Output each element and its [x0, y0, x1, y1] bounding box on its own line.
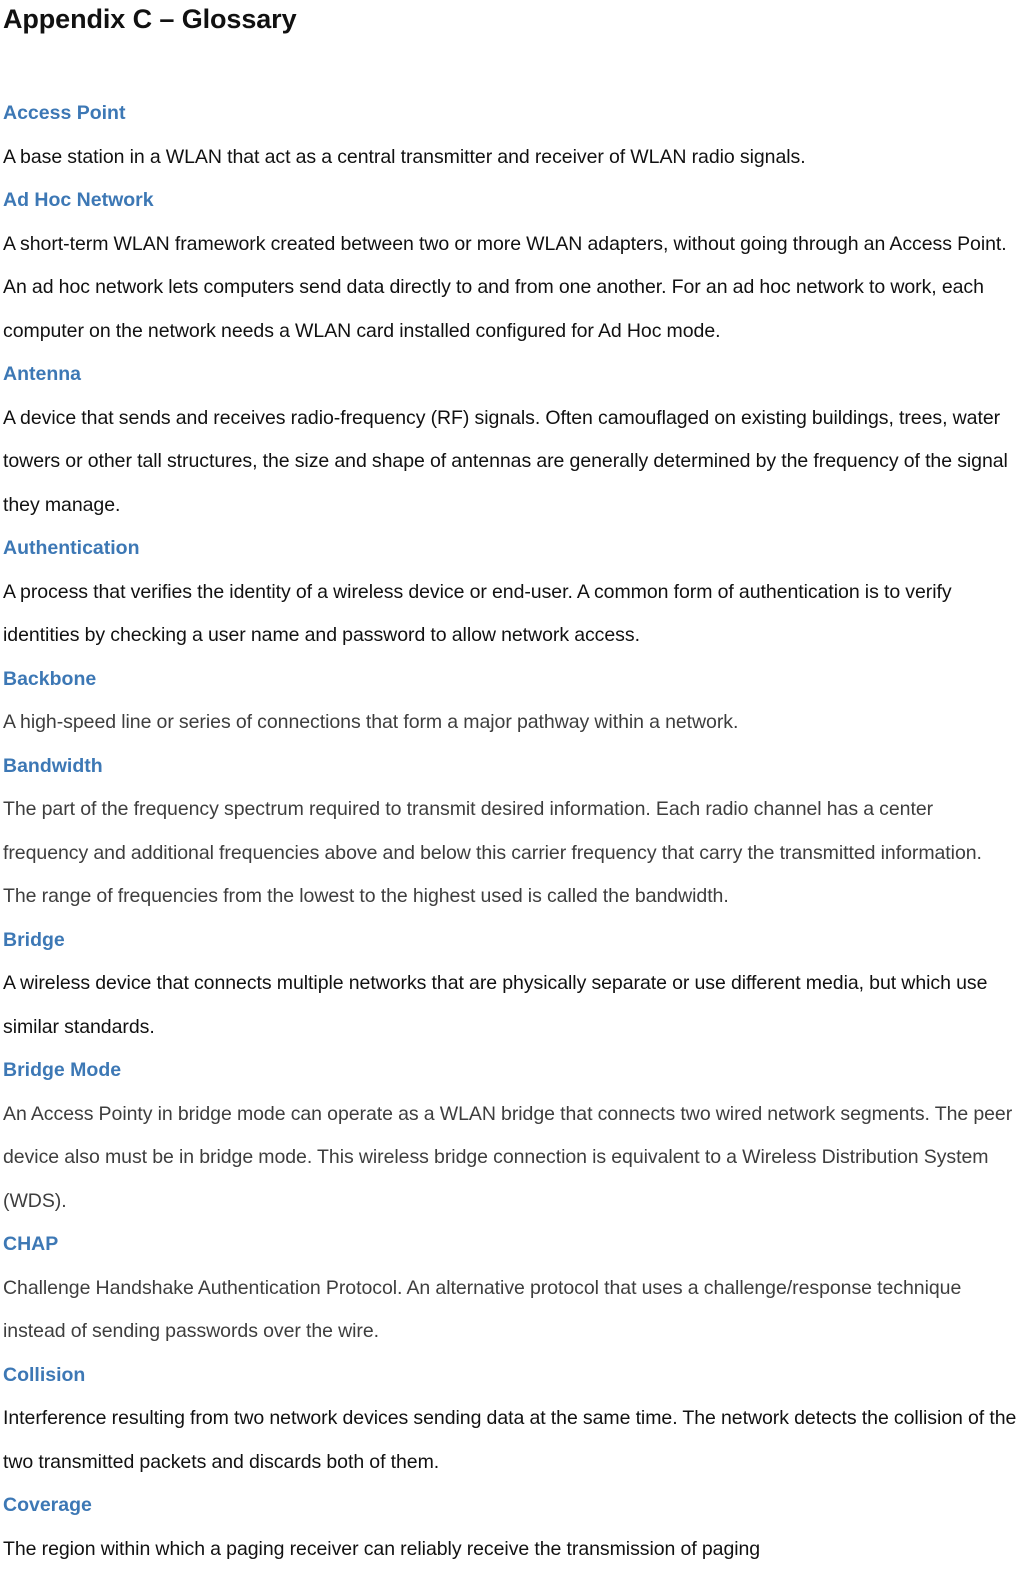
glossary-definition: An Access Pointy in bridge mode can oper… [3, 1093, 1020, 1224]
glossary-entry: BackboneA high-speed line or series of c… [3, 658, 1020, 745]
title-spacer [3, 36, 1020, 92]
glossary-entry: CollisionInterference resulting from two… [3, 1354, 1020, 1485]
glossary-entry: CHAPChallenge Handshake Authentication P… [3, 1223, 1020, 1354]
glossary-definition: Challenge Handshake Authentication Proto… [3, 1267, 1020, 1354]
glossary-definition: A device that sends and receives radio-f… [3, 397, 1020, 528]
glossary-term: Coverage [3, 1484, 1020, 1528]
glossary-entry: BridgeA wireless device that connects mu… [3, 919, 1020, 1050]
glossary-term: Backbone [3, 658, 1020, 702]
glossary-term: Access Point [3, 92, 1020, 136]
glossary-entry: CoverageThe region within which a paging… [3, 1484, 1020, 1571]
glossary-term: CHAP [3, 1223, 1020, 1267]
glossary-definition: The part of the frequency spectrum requi… [3, 788, 1020, 919]
glossary-term: Antenna [3, 353, 1020, 397]
glossary-term: Bridge Mode [3, 1049, 1020, 1093]
glossary-entry: Ad Hoc NetworkA short-term WLAN framewor… [3, 179, 1020, 353]
document-page: Appendix C – Glossary Access PointA base… [0, 0, 1026, 1471]
glossary-definition: A short-term WLAN framework created betw… [3, 223, 1020, 354]
glossary-entry: AntennaA device that sends and receives … [3, 353, 1020, 527]
glossary-entry: AuthenticationA process that verifies th… [3, 527, 1020, 658]
glossary-definition: A base station in a WLAN that act as a c… [3, 136, 1020, 180]
glossary-definition: A high-speed line or series of connectio… [3, 701, 1020, 745]
glossary-list: Access PointA base station in a WLAN tha… [3, 92, 1020, 1571]
glossary-definition: A wireless device that connects multiple… [3, 962, 1020, 1049]
glossary-term: Bandwidth [3, 745, 1020, 789]
glossary-definition: The region within which a paging receive… [3, 1528, 1020, 1571]
glossary-term: Bridge [3, 919, 1020, 963]
glossary-entry: Bridge ModeAn Access Pointy in bridge mo… [3, 1049, 1020, 1223]
glossary-term: Authentication [3, 527, 1020, 571]
glossary-entry: BandwidthThe part of the frequency spect… [3, 745, 1020, 919]
glossary-entry: Access PointA base station in a WLAN tha… [3, 92, 1020, 179]
glossary-term: Ad Hoc Network [3, 179, 1020, 223]
glossary-definition: A process that verifies the identity of … [3, 571, 1020, 658]
page-title: Appendix C – Glossary [3, 0, 1020, 36]
glossary-term: Collision [3, 1354, 1020, 1398]
